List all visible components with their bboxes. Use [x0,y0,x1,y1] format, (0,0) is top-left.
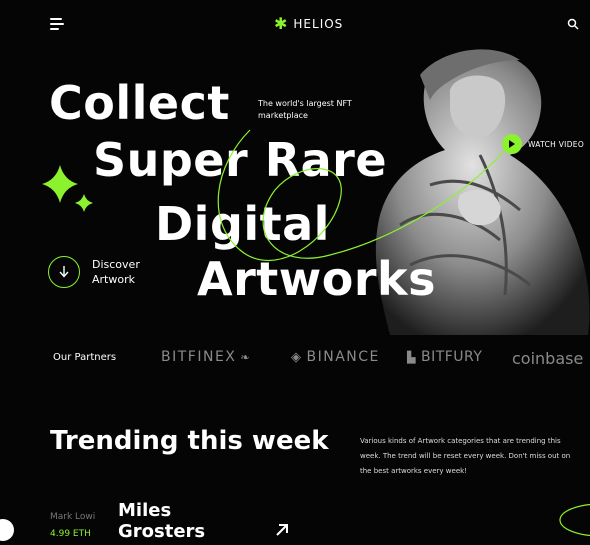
menu-icon[interactable] [50,18,64,30]
sparkle-small-icon [75,194,93,212]
brand-name: HELIOS [293,17,344,31]
discover-artwork-button[interactable]: Discover Artwork [48,256,152,288]
arrow-down-icon [48,256,80,288]
card-owner: Mark Lowi [50,512,96,522]
sparkle-icon [42,165,78,203]
hero-heading-line-3: Digital [155,197,330,251]
search-icon[interactable] [567,18,579,30]
watch-video-button[interactable]: WATCH VIDEO [502,134,584,154]
trending-description: Various kinds of Artwork categories that… [360,437,571,475]
decorative-ellipse [559,503,590,537]
partner-coinbase-name: coinbase [512,349,584,368]
watch-video-label: WATCH VIDEO [528,139,585,149]
card-title[interactable]: Miles Grosters [118,500,238,542]
partner-binance[interactable]: ◈ BINANCE [291,349,380,365]
discover-artwork-label: Discover Artwork [92,258,140,286]
partner-bitfinex[interactable]: BITFINEX ❧ [161,349,251,365]
card-price: 4.99 ETH [50,529,91,539]
brand-logo[interactable]: ✱ HELIOS [274,16,343,32]
arrow-up-right-icon[interactable] [274,522,290,538]
trending-title: Trending this week [50,426,329,456]
leaf-icon: ❧ [240,350,252,364]
partner-binance-name: BINANCE [306,349,380,365]
hero-heading-line-1: Collect [49,76,230,130]
hero-tagline: The world's largest NFT marketplace [258,99,352,120]
asterisk-icon: ✱ [274,14,288,33]
partner-bitfinex-name: BITFINEX [161,349,237,365]
partners-label: Our Partners [53,352,117,363]
hero-heading-line-2: Super Rare [93,133,388,187]
bitfury-icon: ▙ [407,350,417,364]
partner-coinbase[interactable]: coinbase [512,349,583,368]
corner-circle [0,519,14,541]
partner-bitfury-name: BITFURY [420,349,483,365]
binance-icon: ◈ [291,349,303,365]
partner-bitfury[interactable]: ▙ BITFURY [407,349,482,365]
hero-heading-line-4: Artworks [197,252,437,306]
play-icon [502,134,522,154]
